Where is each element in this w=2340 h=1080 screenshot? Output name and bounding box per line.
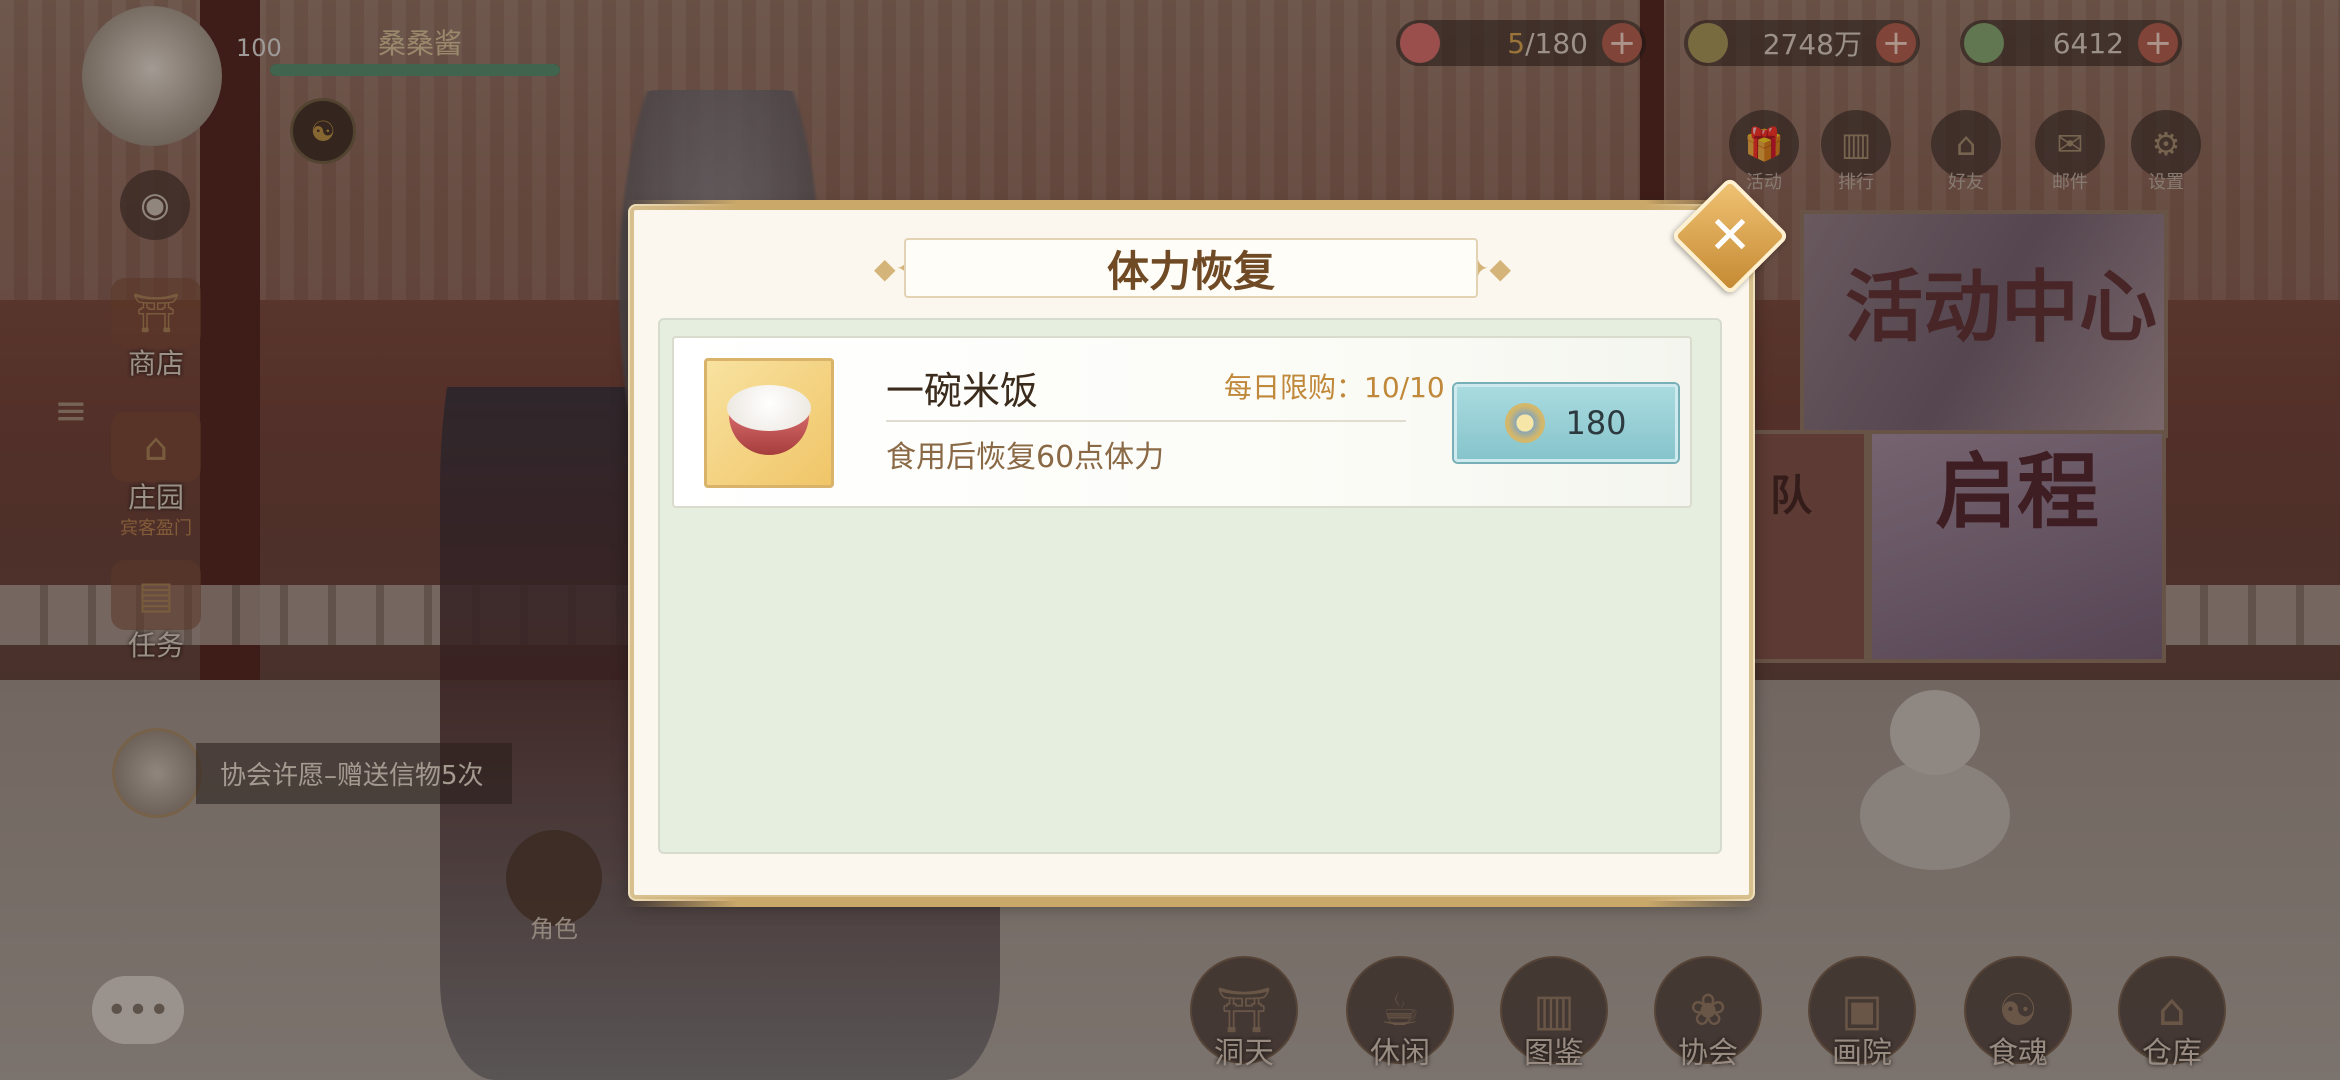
dialog-title-frame: 体力恢复 (904, 238, 1478, 298)
list-item: 一碗米饭 每日限购：10/10 食用后恢复60点体力 180 (672, 336, 1692, 508)
buy-price: 180 (1565, 404, 1627, 442)
buy-button[interactable]: 180 (1454, 384, 1678, 462)
divider (886, 420, 1406, 422)
item-list-panel: 一碗米饭 每日限购：10/10 食用后恢复60点体力 180 (658, 318, 1722, 854)
item-name: 一碗米饭 (886, 369, 1039, 413)
rice-bowl-icon (704, 358, 834, 488)
daily-limit-label: 每日限购： (1224, 371, 1365, 404)
dialog-title: 体力恢复 (1106, 246, 1275, 296)
daily-limit-value: 10/10 (1364, 371, 1445, 404)
stamina-recovery-dialog: ◆✦ ✦◆ 体力恢复 ✕ 一碗米饭 每日限购：10/10 食用后恢复60点体力 … (624, 176, 1790, 907)
daily-limit: 每日限购：10/10 (1224, 366, 1445, 406)
item-description: 食用后恢复60点体力 (886, 440, 1165, 475)
close-icon: ✕ (1708, 206, 1752, 266)
jade-coin-icon (1505, 403, 1546, 443)
